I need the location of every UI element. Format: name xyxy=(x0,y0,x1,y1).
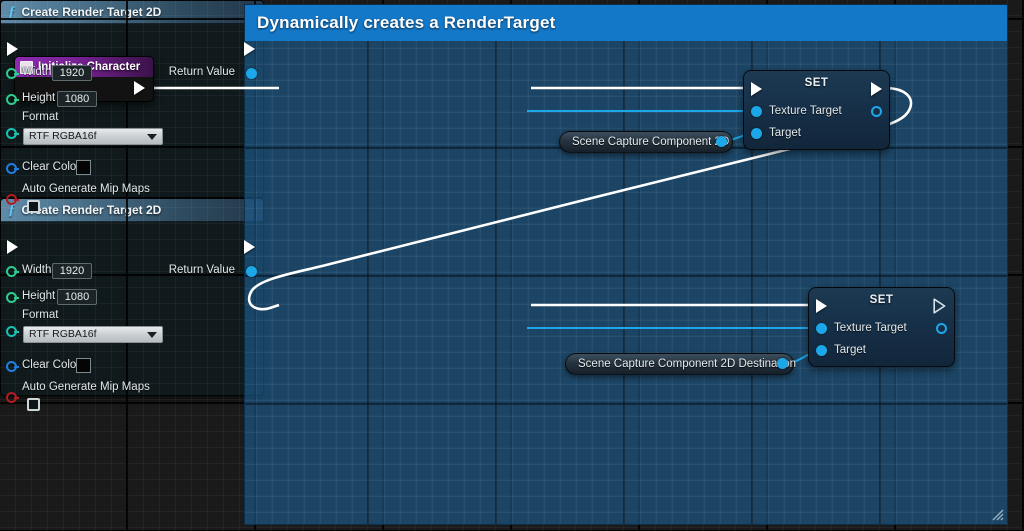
node-create-render-target-2d-2[interactable]: ƒ Create Render Target 2D Width 1920 Hei… xyxy=(0,198,264,411)
blueprint-graph-canvas[interactable]: Dynamically creates a RenderTarget Chara… xyxy=(0,0,1024,531)
node-variable-scene-capture-component-2d-destination[interactable]: Scene Capture Component 2D Destination xyxy=(565,353,796,375)
comment-box[interactable]: Dynamically creates a RenderTarget xyxy=(244,4,1008,525)
pin-texture-target[interactable] xyxy=(816,323,827,334)
label-format: Format xyxy=(22,111,59,123)
pin-height[interactable] xyxy=(6,94,19,105)
chevron-down-icon xyxy=(147,133,157,140)
pin-clear-color[interactable] xyxy=(6,163,19,174)
pin-target[interactable] xyxy=(816,345,827,356)
pin-width[interactable] xyxy=(6,68,19,79)
input-height[interactable]: 1080 xyxy=(57,91,97,107)
label-texture-target: Texture Target xyxy=(769,105,842,117)
node-set-1[interactable]: SET Texture Target Target xyxy=(743,70,890,150)
pin-set-output-value[interactable] xyxy=(871,106,882,117)
pin-exec-in[interactable] xyxy=(7,42,20,57)
label-clear-color: Clear Color xyxy=(22,359,81,371)
chevron-down-icon xyxy=(147,331,157,338)
pin-width[interactable] xyxy=(6,266,19,277)
label-width: Width xyxy=(22,264,52,276)
pin-height[interactable] xyxy=(6,292,19,303)
dropdown-format[interactable]: RTF RGBA16f xyxy=(23,326,163,343)
pin-set-output-value[interactable] xyxy=(936,323,947,334)
label-target: Target xyxy=(834,344,866,356)
pin-clear-color[interactable] xyxy=(6,361,19,372)
node-variable-scene-capture-component-2d[interactable]: Scene Capture Component 2D xyxy=(559,131,733,153)
input-width[interactable]: 1920 xyxy=(52,263,92,279)
label-auto-generate-mip-maps: Auto Generate Mip Maps xyxy=(22,183,150,195)
label-target: Target xyxy=(769,127,801,139)
pin-auto-generate-mip-maps[interactable] xyxy=(6,392,19,403)
label-height: Height xyxy=(22,290,56,302)
input-width[interactable]: 1920 xyxy=(52,65,92,81)
node-set-2[interactable]: SET Texture Target Target xyxy=(808,287,955,367)
checkbox-auto-generate-mip-maps[interactable] xyxy=(27,398,40,411)
label-auto-generate-mip-maps: Auto Generate Mip Maps xyxy=(22,381,150,393)
comment-title[interactable]: Dynamically creates a RenderTarget xyxy=(245,5,1007,41)
node-header: ƒ Create Render Target 2D xyxy=(1,1,263,24)
pin-exec-out[interactable] xyxy=(244,42,257,57)
comment-resize-handle[interactable] xyxy=(988,505,1004,521)
pin-exec-in[interactable] xyxy=(816,299,829,314)
pin-event-exec-out[interactable] xyxy=(134,81,147,96)
pin-return-value[interactable] xyxy=(246,266,257,277)
variable-label: Scene Capture Component 2D Destination xyxy=(578,358,796,370)
comment-grid-major xyxy=(245,5,1007,524)
label-return-value: Return Value xyxy=(168,264,235,276)
color-swatch-clear-color[interactable] xyxy=(76,358,91,373)
checkbox-auto-generate-mip-maps[interactable] xyxy=(27,200,40,213)
pin-format[interactable] xyxy=(6,326,19,337)
function-icon: ƒ xyxy=(8,3,16,20)
label-clear-color: Clear Color xyxy=(22,161,81,173)
pin-exec-out[interactable] xyxy=(244,240,257,255)
label-width: Width xyxy=(22,66,52,78)
dropdown-format-value: RTF RGBA16f xyxy=(29,130,97,142)
pin-exec-out[interactable] xyxy=(871,82,884,97)
node-title: Create Render Target 2D xyxy=(21,203,162,217)
pin-return-value[interactable] xyxy=(246,68,257,79)
pin-target[interactable] xyxy=(751,128,762,139)
pin-scene-capture-component-2d-destination-out[interactable] xyxy=(777,358,788,369)
label-format: Format xyxy=(22,309,59,321)
pin-scene-capture-component-2d-out[interactable] xyxy=(716,136,727,147)
pin-exec-in[interactable] xyxy=(751,82,764,97)
node-title: Create Render Target 2D xyxy=(21,5,162,19)
label-height: Height xyxy=(22,92,56,104)
label-texture-target: Texture Target xyxy=(834,322,907,334)
label-return-value: Return Value xyxy=(168,66,235,78)
node-header: ƒ Create Render Target 2D xyxy=(1,199,263,222)
pin-texture-target[interactable] xyxy=(751,106,762,117)
pin-exec-out[interactable] xyxy=(933,298,946,314)
pin-auto-generate-mip-maps[interactable] xyxy=(6,194,19,205)
dropdown-format[interactable]: RTF RGBA16f xyxy=(23,128,163,145)
pin-format[interactable] xyxy=(6,128,19,139)
dropdown-format-value: RTF RGBA16f xyxy=(29,328,97,340)
pin-exec-in[interactable] xyxy=(7,240,20,255)
color-swatch-clear-color[interactable] xyxy=(76,160,91,175)
variable-label: Scene Capture Component 2D xyxy=(572,136,730,148)
node-title: SET xyxy=(804,77,829,89)
input-height[interactable]: 1080 xyxy=(57,289,97,305)
